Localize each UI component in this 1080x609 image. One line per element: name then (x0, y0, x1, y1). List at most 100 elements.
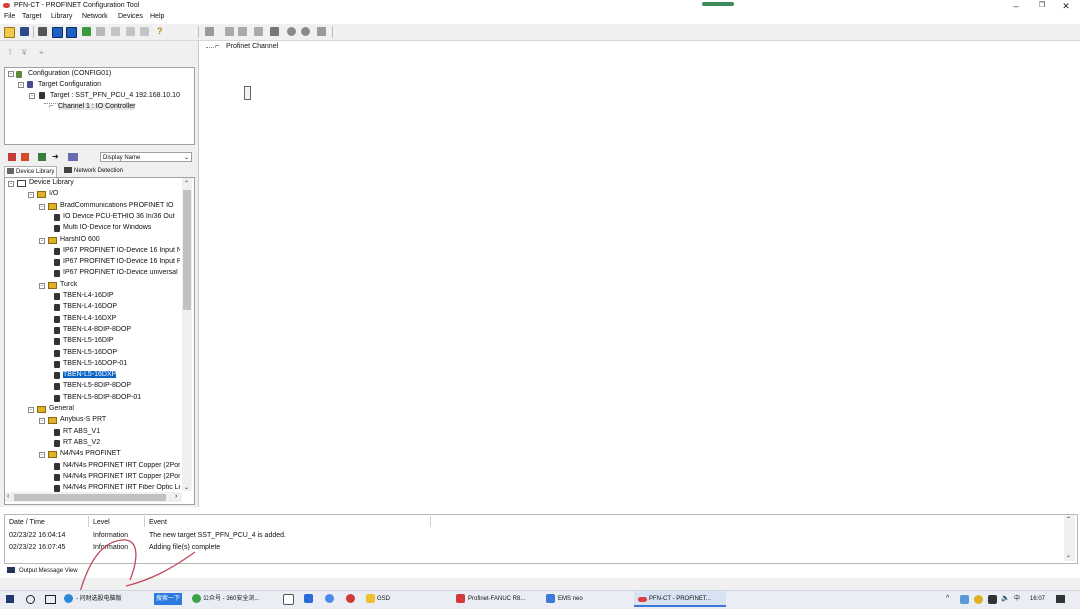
app-circle-icon[interactable] (325, 594, 334, 603)
task-profinet-fanuc[interactable]: Profinet-FANUC R8... (466, 593, 538, 606)
disconnect-icon[interactable] (301, 27, 310, 36)
scan-icon[interactable] (317, 27, 326, 36)
library-manager-icon[interactable] (68, 153, 78, 161)
scroll-right-icon[interactable]: › (175, 493, 177, 500)
collapse-icon[interactable]: - (8, 71, 14, 77)
unpin-icon[interactable]: ¥ (22, 49, 30, 57)
close-button[interactable]: ✕ (1054, 0, 1078, 12)
settings-icon[interactable] (140, 27, 149, 36)
download-icon[interactable] (82, 27, 91, 36)
maximize-button[interactable]: ❐ (1030, 0, 1054, 12)
vertical-scroll-thumb[interactable] (183, 190, 191, 310)
ime-indicator[interactable]: 中 (1012, 593, 1020, 606)
network-view-pane[interactable] (202, 41, 1080, 507)
task-360-browser[interactable]: 公众号 - 360安全浏... (201, 593, 275, 606)
tree-device[interactable]: N4/N4s PROFINET IRT Fiber Optic Le (63, 484, 180, 491)
app-blue-icon[interactable] (304, 594, 313, 603)
tree-device[interactable]: TBEN-L4-16DXP (63, 315, 116, 322)
tree-device[interactable]: RT ABS_V1 (63, 428, 100, 435)
collapse-icon[interactable]: - (39, 418, 45, 425)
task-gsd[interactable]: GSD (375, 593, 390, 606)
tree-device[interactable]: IP67 PROFINET IO-Device universal b (63, 269, 180, 276)
tree-folder[interactable]: General (49, 405, 74, 412)
tray-app-icon[interactable] (960, 595, 969, 604)
tree-device[interactable]: TBEN-L5-16DOP (63, 349, 117, 356)
scroll-up-icon[interactable]: ⌃ (184, 180, 189, 187)
tree-folder[interactable]: I/O (49, 190, 58, 197)
list-view-icon[interactable] (270, 27, 279, 36)
menu-devices[interactable]: Devices (118, 13, 143, 20)
view-icon[interactable] (52, 27, 63, 38)
collapse-icon[interactable]: - (29, 93, 35, 99)
profinet-channel-label[interactable]: Profinet Channel (226, 43, 278, 50)
tree-device[interactable]: TBEN-L5-16DIP (63, 337, 114, 344)
device-icon[interactable] (111, 27, 120, 36)
collapse-icon[interactable]: - (8, 181, 14, 187)
tree-icon[interactable] (205, 27, 214, 36)
ems-icon[interactable] (546, 594, 555, 603)
tree-folder[interactable]: HarshIO 600 (60, 236, 100, 243)
collapse-icon[interactable]: - (39, 282, 45, 289)
search-icon[interactable] (26, 595, 35, 604)
align-right-icon[interactable] (238, 27, 247, 36)
pin-icon[interactable]: ⊺ (8, 49, 16, 57)
tree-folder[interactable]: Turck (60, 281, 77, 288)
search-button[interactable]: 搜索一下 (154, 593, 182, 605)
tray-expand-icon[interactable]: ^ (946, 595, 949, 602)
network-status-icon[interactable] (988, 595, 997, 604)
help-icon[interactable]: ? (157, 27, 166, 36)
browser-tab-label[interactable]: - 问财选股电脑版 (74, 593, 122, 606)
menu-library[interactable]: Library (51, 13, 72, 20)
horizontal-scroll-thumb[interactable] (14, 494, 166, 501)
import-icon[interactable] (38, 153, 46, 161)
scroll-down-icon[interactable]: ⌄ (184, 484, 189, 491)
properties-icon[interactable] (254, 27, 263, 36)
arrow-right-icon[interactable]: ➜ (52, 153, 59, 161)
collapse-icon[interactable]: - (39, 203, 45, 210)
tab-network-detection[interactable]: Network Detection (62, 166, 125, 176)
scroll-left-icon[interactable]: ‹ (7, 493, 9, 500)
tree-device[interactable]: TBEN-L5-8DIP-8DOP-01 (63, 394, 141, 401)
menu-help[interactable]: Help (150, 13, 164, 20)
menu-network[interactable]: Network (82, 13, 108, 20)
tree-device[interactable]: N4/N4s PROFINET IRT Copper (2Por (63, 473, 180, 480)
scroll-up-icon[interactable]: ⌃ (1066, 516, 1071, 523)
tree-device[interactable]: IP67 PROFINET IO-Device 16 Input Pl (63, 258, 180, 265)
config-root[interactable]: Configuration (CONFIG01) (28, 70, 111, 77)
volume-icon[interactable]: 🔈 (1001, 594, 1010, 602)
tree-device[interactable]: TBEN-L5-16DOP-01 (63, 360, 127, 367)
output-row-datetime[interactable]: 02/23/22 16:04:14 (9, 532, 65, 539)
task-ems-neo[interactable]: EMS neo (556, 593, 583, 606)
collapse-icon[interactable]: - (28, 192, 34, 199)
col-header-event[interactable]: Event (149, 519, 167, 526)
target-configuration[interactable]: Target Configuration (38, 81, 101, 88)
open-folder-icon[interactable] (4, 27, 15, 38)
tree-device[interactable]: TBEN-L4-16DOP (63, 303, 117, 310)
col-header-level[interactable]: Level (93, 519, 110, 526)
browser-icon[interactable] (64, 594, 73, 603)
scroll-down-icon[interactable]: ⌄ (1066, 552, 1071, 559)
view-alt-icon[interactable] (66, 27, 77, 38)
output-row-datetime[interactable]: 02/23/22 16:07:45 (9, 544, 65, 551)
network-icon[interactable] (96, 27, 105, 36)
display-name-select[interactable]: Display Name ⌄ (100, 152, 192, 162)
tree-device[interactable]: Multi IO-Device for Windows (63, 224, 151, 231)
tree-device[interactable]: N4/N4s PROFINET IRT Copper (2Por (63, 462, 180, 469)
tree-device[interactable]: RT ABS_V2 (63, 439, 100, 446)
app-red-icon[interactable] (346, 594, 355, 603)
notification-icon[interactable] (1056, 595, 1065, 603)
file-icon[interactable] (283, 594, 294, 605)
device-library-root[interactable]: Device Library (29, 179, 74, 186)
tree-device[interactable]: IP67 PROFINET IO-Device 16 Input N (63, 247, 180, 254)
collapse-icon[interactable]: - (28, 407, 34, 413)
browser-360-icon[interactable] (192, 594, 201, 603)
collapse-icon[interactable]: - (39, 237, 45, 244)
tree-folder[interactable]: N4/N4s PROFINET (60, 450, 121, 457)
tree-device[interactable]: TBEN-L5-16DXP (63, 371, 117, 379)
collapse-icon[interactable]: - (39, 452, 45, 459)
tree-folder[interactable]: BradCommunications PROFINET IO (60, 202, 173, 209)
collapse-icon[interactable]: - (18, 82, 24, 88)
print-icon[interactable] (38, 27, 47, 36)
task-pfn-ct[interactable]: PFN-CT - PROFINET... (647, 593, 711, 606)
save-icon[interactable] (20, 27, 29, 36)
